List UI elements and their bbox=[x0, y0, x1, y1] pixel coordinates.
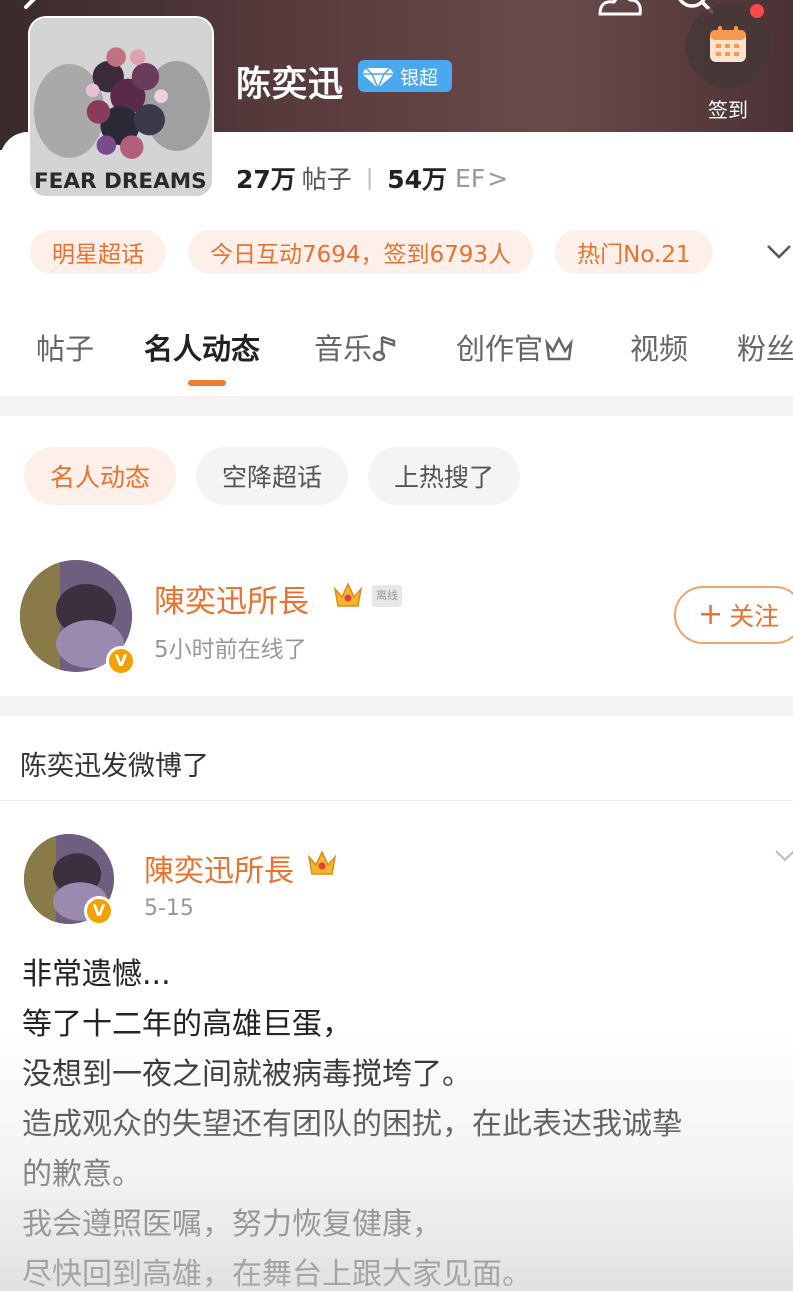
ef-unit: EF bbox=[455, 163, 486, 193]
filter-celebrity-updates[interactable]: 名人动态 bbox=[24, 447, 177, 505]
posts-count: 27万 bbox=[236, 165, 296, 194]
stats-separator: | bbox=[365, 165, 374, 191]
verified-icon: V bbox=[84, 896, 114, 926]
post-author-name[interactable]: 陳奕迅所長 bbox=[144, 846, 294, 890]
tab-posts[interactable]: 帖子 bbox=[36, 326, 94, 368]
post-content: 非常遗憾... 等了十二年的高雄巨蛋， 没想到一夜之间就被病毒搅垮了。 造成观众… bbox=[22, 950, 782, 1291]
chevron-right-icon: > bbox=[487, 163, 509, 193]
page-title: 陈奕迅 bbox=[236, 65, 345, 105]
tab-celebrity-updates[interactable]: 名人动态 bbox=[144, 326, 260, 368]
post-date: 5-15 bbox=[144, 896, 194, 921]
tab-creator-label: 创作官 bbox=[456, 332, 544, 366]
album-cover-image[interactable]: FEAR DREAMS bbox=[28, 16, 214, 198]
chip-hot-rank[interactable]: 热门No.21 bbox=[555, 230, 713, 274]
music-note-icon bbox=[372, 333, 398, 363]
chip-star-topic[interactable]: 明星超话 bbox=[30, 230, 166, 274]
active-tab-indicator bbox=[188, 380, 226, 386]
tab-music-label: 音乐 bbox=[314, 332, 373, 366]
crown-icon bbox=[332, 580, 364, 610]
diamond-icon bbox=[358, 60, 398, 92]
stats-row[interactable]: 27万 帖子 | 54万 EF > bbox=[236, 160, 508, 196]
cover-text: FEAR DREAMS bbox=[34, 169, 207, 194]
badge-label: 银超 bbox=[400, 66, 439, 89]
post-line: 等了十二年的高雄巨蛋， bbox=[22, 1007, 352, 1042]
filter-trending[interactable]: 上热搜了 bbox=[368, 447, 521, 505]
cloud-icon[interactable] bbox=[596, 0, 644, 20]
chevron-down-icon[interactable] bbox=[764, 240, 793, 264]
crown-outline-icon bbox=[543, 333, 575, 363]
level-badge[interactable]: 银超 bbox=[358, 60, 452, 92]
calendar-icon bbox=[708, 24, 748, 64]
tab-music[interactable]: 音乐 bbox=[314, 326, 398, 368]
section-divider bbox=[0, 696, 793, 716]
post-line: 造成观众的失望还有团队的困扰，在此表达我诚挚 bbox=[22, 1107, 682, 1142]
offline-tag: 离线 bbox=[372, 585, 402, 607]
crown-icon bbox=[306, 848, 338, 878]
post-line: 我会遵照医嘱，努力恢复健康， bbox=[22, 1207, 442, 1242]
online-status: 5小时前在线了 bbox=[154, 637, 307, 663]
tab-creator[interactable]: 创作官 bbox=[456, 326, 575, 368]
post-line: 非常遗憾... bbox=[22, 957, 171, 992]
chip-today-interaction[interactable]: 今日互动7694，签到6793人 bbox=[188, 230, 534, 274]
ef-count: 54万 bbox=[387, 165, 448, 194]
verified-icon: V bbox=[106, 646, 136, 676]
post-line: 的歉意。 bbox=[22, 1157, 142, 1192]
divider-line bbox=[0, 800, 793, 801]
filter-pills: 名人动态 空降超话 上热搜了 bbox=[24, 447, 521, 505]
post-line: 尽快回到高雄，在舞台上跟大家见面。 bbox=[22, 1257, 532, 1291]
tab-bar: 帖子 名人动态 音乐 创作官 视频 粉丝 bbox=[0, 326, 793, 386]
post-line: 没想到一夜之间就被病毒搅垮了。 bbox=[22, 1057, 472, 1092]
tab-video[interactable]: 视频 bbox=[630, 326, 688, 368]
notification-dot bbox=[750, 4, 764, 18]
chevron-down-icon[interactable] bbox=[772, 846, 793, 866]
follow-label: 关注 bbox=[729, 602, 780, 631]
celebrity-name[interactable]: 陳奕迅所長 bbox=[154, 576, 309, 621]
filter-airdrop[interactable]: 空降超话 bbox=[196, 447, 349, 505]
tab-fans[interactable]: 粉丝 bbox=[737, 326, 793, 368]
plus-icon: + bbox=[698, 597, 724, 632]
section-title: 陈奕迅发微博了 bbox=[20, 751, 209, 782]
follow-button[interactable]: + 关注 bbox=[674, 586, 793, 644]
section-divider bbox=[0, 396, 793, 416]
info-chips: 明星超话 今日互动7694，签到6793人 热门No.21 bbox=[30, 230, 713, 274]
checkin-label: 签到 bbox=[708, 98, 748, 122]
posts-unit: 帖子 bbox=[301, 165, 352, 194]
